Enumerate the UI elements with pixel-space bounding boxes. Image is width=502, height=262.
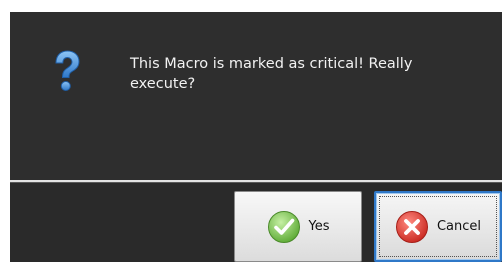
yes-button[interactable]: Yes — [234, 191, 362, 262]
confirmation-dialog: This Macro is marked as critical! Really… — [10, 12, 502, 262]
checkmark-icon — [267, 210, 300, 243]
dialog-message: This Macro is marked as critical! Really… — [130, 56, 413, 92]
cancel-button-label: Cancel — [436, 219, 482, 234]
yes-button-label: Yes — [308, 219, 330, 234]
message-area: This Macro is marked as critical! Really… — [10, 12, 502, 180]
cancel-x-icon — [395, 210, 428, 243]
question-icon — [55, 50, 80, 91]
button-bar: Yes Cancel — [10, 183, 502, 262]
cancel-button[interactable]: Cancel — [374, 191, 502, 262]
